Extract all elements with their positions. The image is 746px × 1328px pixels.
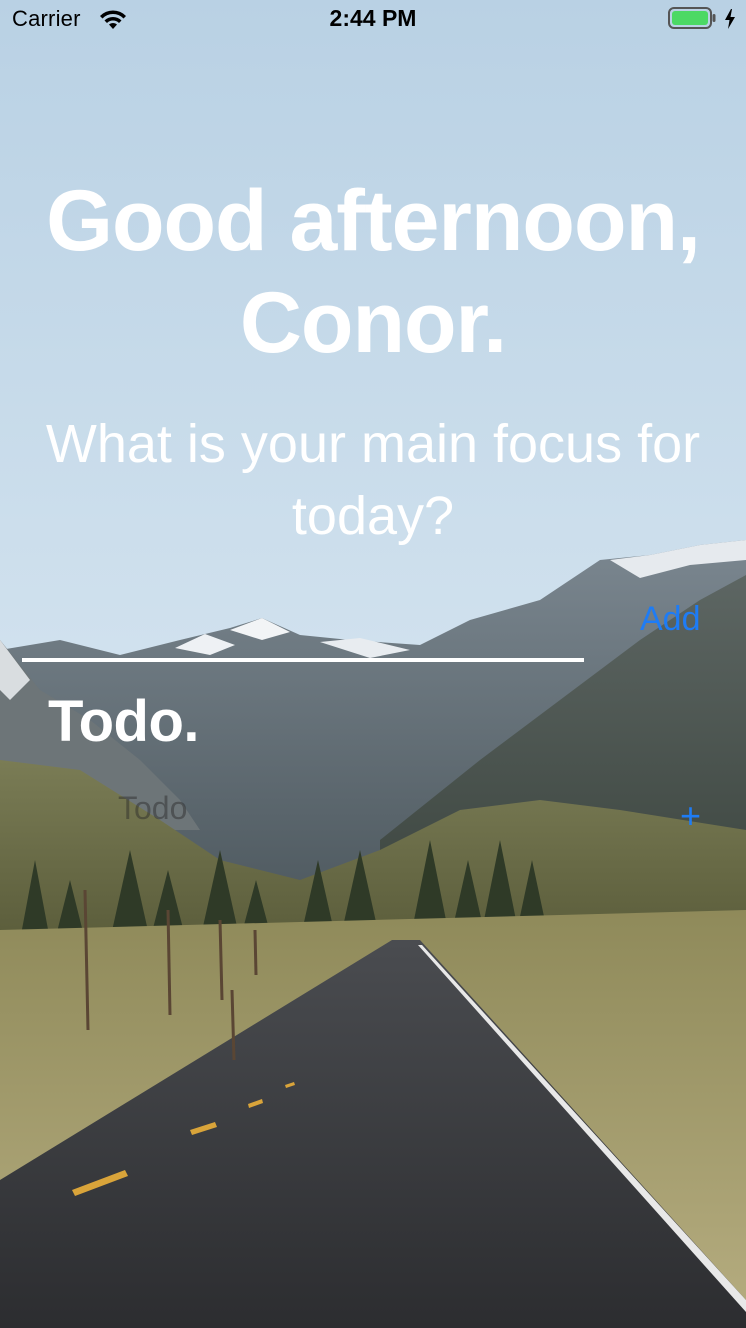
add-todo-button[interactable]: +	[680, 798, 701, 834]
add-button[interactable]: Add	[640, 600, 701, 639]
todo-input-placeholder[interactable]: Todo	[118, 790, 187, 827]
bolt-icon	[725, 9, 735, 29]
focus-prompt: What is your main focus for today?	[45, 414, 701, 546]
todo-heading: Todo.	[48, 689, 200, 754]
main-content: Good afternoon, Conor. What is your main…	[0, 0, 746, 1328]
battery-icon	[668, 7, 716, 29]
focus-input[interactable]	[22, 610, 588, 656]
status-bar: Carrier 2:44 PM	[0, 0, 746, 40]
greeting-line-1: Good afternoon,	[46, 173, 701, 269]
greeting-line-2: Conor.	[239, 275, 507, 371]
greeting-heading: Good afternoon, Conor.	[0, 170, 746, 374]
focus-input-underline	[22, 658, 584, 662]
clock: 2:44 PM	[329, 5, 417, 31]
